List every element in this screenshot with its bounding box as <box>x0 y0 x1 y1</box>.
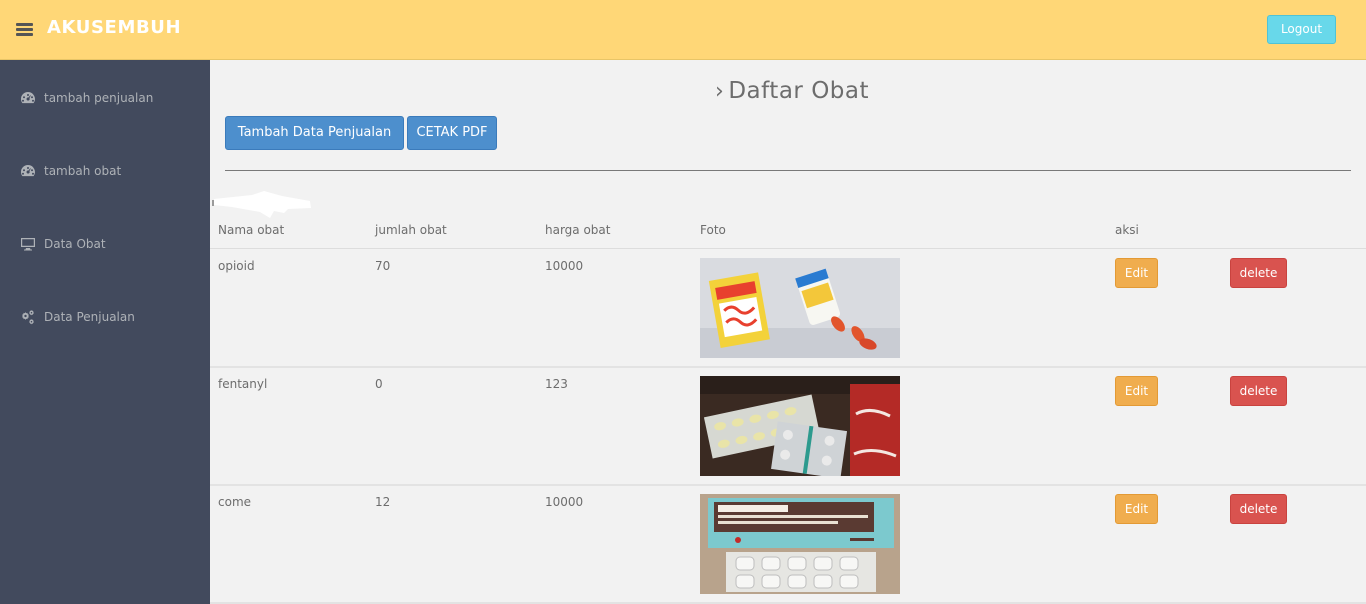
sidebar-item-label: Data Obat <box>44 237 106 251</box>
delete-button[interactable]: delete <box>1230 376 1287 406</box>
main-content: › Daftar Obat Tambah Data Penjualan CETAK… <box>210 60 1366 604</box>
sidebar-item-label: tambah penjualan <box>44 91 154 105</box>
cell-name: fentanyl <box>218 377 268 391</box>
delete-button[interactable]: delete <box>1230 494 1287 524</box>
print-pdf-button[interactable]: CETAK PDF <box>407 116 497 150</box>
cell-name: opioid <box>218 259 255 273</box>
capsule-box-photo <box>700 258 900 358</box>
sidebar-item-data-penjualan[interactable]: Data Penjualan <box>20 307 135 327</box>
dashboard-icon <box>21 165 35 177</box>
sidebar-item-tambah-obat[interactable]: tambah obat <box>20 161 121 181</box>
chevron-right-icon: › <box>715 79 725 104</box>
pill-strips-photo <box>700 376 900 476</box>
column-header-actions: aksi <box>1115 223 1139 237</box>
column-header-name: Nama obat <box>218 223 285 237</box>
add-sale-button[interactable]: Tambah Data Penjualan <box>225 116 404 150</box>
cell-price: 10000 <box>545 259 584 273</box>
logout-button[interactable]: Logout <box>1267 15 1336 44</box>
edit-button[interactable]: Edit <box>1115 494 1158 524</box>
row-divider <box>210 366 1366 368</box>
edit-button[interactable]: Edit <box>1115 376 1158 406</box>
brand-logo[interactable]: AKUSEMBUH <box>47 17 181 38</box>
page-title: › Daftar Obat <box>715 78 870 104</box>
dashboard-icon <box>21 92 35 104</box>
sidebar-item-data-obat[interactable]: Data Obat <box>20 234 106 254</box>
table-header-divider <box>210 248 1366 249</box>
sidebar: tambah penjualan tambah obat Data Obat D… <box>0 60 210 604</box>
row-divider <box>210 484 1366 486</box>
column-header-price: harga obat <box>545 223 611 237</box>
column-header-qty: jumlah obat <box>375 223 447 237</box>
menu-toggle-icon[interactable] <box>16 23 33 36</box>
cogs-icon <box>22 310 34 325</box>
edit-button[interactable]: Edit <box>1115 258 1158 288</box>
cell-qty: 12 <box>375 495 391 509</box>
cell-price: 10000 <box>545 495 584 509</box>
sidebar-item-label: tambah obat <box>44 164 122 178</box>
divider <box>225 170 1351 171</box>
cell-qty: 70 <box>375 259 391 273</box>
top-bar: AKUSEMBUH Logout <box>0 0 1366 60</box>
desktop-icon <box>21 238 35 251</box>
whiteout-smudge <box>212 191 311 218</box>
sidebar-item-label: Data Penjualan <box>44 310 135 324</box>
neuralgin-box-photo <box>700 494 900 594</box>
sidebar-item-tambah-penjualan[interactable]: tambah penjualan <box>20 88 153 108</box>
cell-qty: 0 <box>375 377 383 391</box>
delete-button[interactable]: delete <box>1230 258 1287 288</box>
column-header-photo: Foto <box>700 223 726 237</box>
cell-name: come <box>218 495 252 509</box>
cell-price: 123 <box>545 377 568 391</box>
